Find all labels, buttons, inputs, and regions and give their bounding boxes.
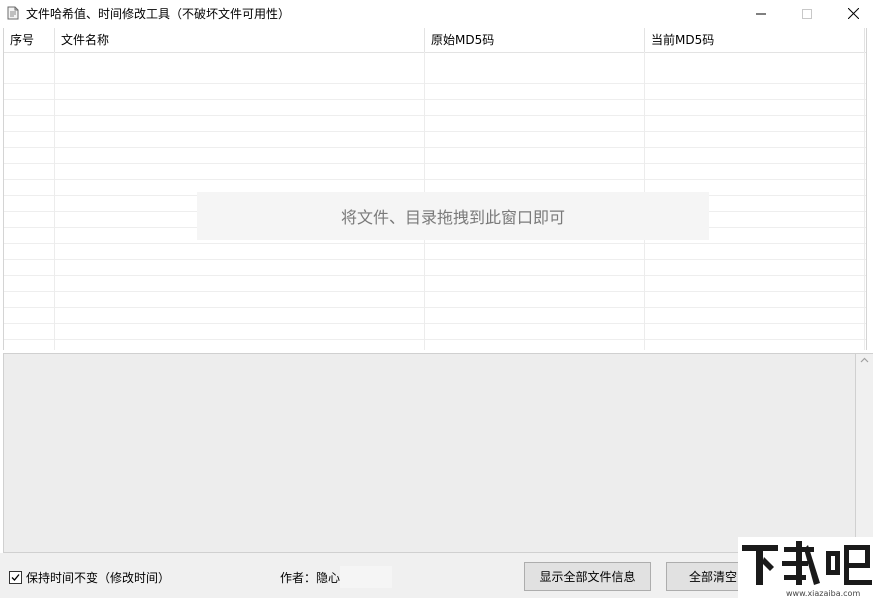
list-header: 序号 文件名称 原始MD5码 当前MD5码: [4, 28, 866, 53]
window-title: 文件哈希值、时间修改工具（不破坏文件可用性）: [26, 7, 291, 21]
author-label: 作者：隐心: [280, 571, 341, 585]
keep-time-option[interactable]: 保持时间不变（修改时间）: [9, 569, 170, 585]
log-output-area[interactable]: [3, 353, 856, 553]
close-button[interactable]: [830, 0, 876, 27]
keep-time-checkbox[interactable]: [9, 570, 22, 584]
minimize-icon: [756, 13, 766, 14]
column-filename[interactable]: 文件名称: [55, 28, 425, 52]
author-name-box: [340, 566, 392, 588]
column-index[interactable]: 序号: [4, 28, 55, 52]
close-icon: [847, 8, 859, 19]
drop-hint: 将文件、目录拖拽到此窗口即可: [197, 192, 709, 240]
maximize-button[interactable]: [784, 0, 830, 27]
log-scrollbar[interactable]: [856, 353, 873, 553]
maximize-icon: [802, 8, 812, 19]
app-icon: [7, 6, 19, 20]
file-list[interactable]: 序号 文件名称 原始MD5码 当前MD5码 将文件、目录拖拽到此窗口即可: [3, 28, 867, 350]
column-original-md5[interactable]: 原始MD5码: [425, 28, 645, 52]
scroll-up-button[interactable]: [856, 357, 873, 369]
column-current-md5[interactable]: 当前MD5码: [645, 28, 865, 52]
minimize-button[interactable]: [738, 0, 784, 27]
title-bar: 文件哈希值、时间修改工具（不破坏文件可用性）: [0, 0, 876, 27]
watermark-logo: www.xiazaiba.com: [738, 537, 876, 598]
scroll-up-icon: [860, 357, 869, 363]
column-divider: [54, 52, 55, 350]
column-divider: [864, 52, 865, 350]
watermark-url: www.xiazaiba.com: [786, 589, 860, 598]
keep-time-label: 保持时间不变（修改时间）: [26, 570, 171, 585]
show-all-file-info-button[interactable]: 显示全部文件信息: [524, 562, 651, 591]
check-icon: [11, 573, 20, 581]
